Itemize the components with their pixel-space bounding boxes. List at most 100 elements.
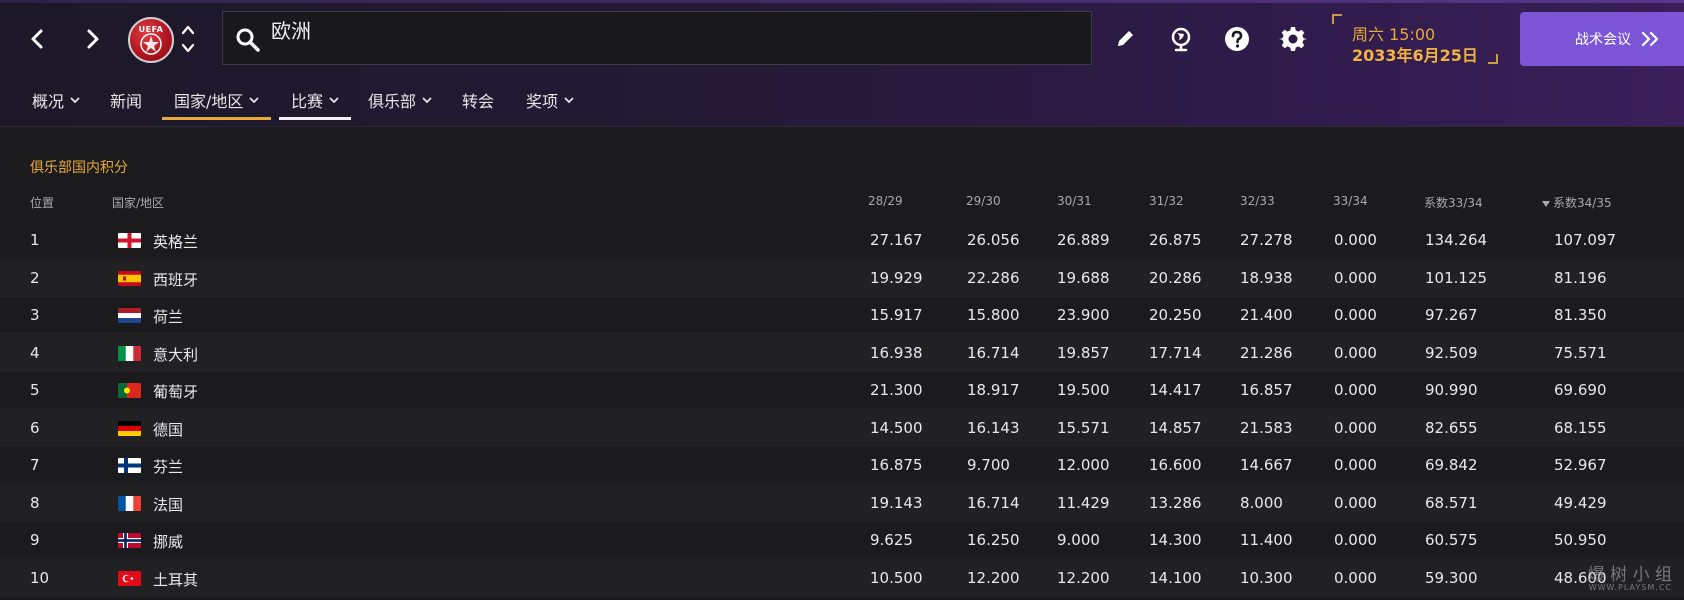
row-position: 6: [30, 418, 40, 437]
row-value: 82.655: [1425, 418, 1478, 437]
search-input[interactable]: [271, 12, 1071, 64]
row-value: 16.143: [967, 418, 1020, 437]
row-country[interactable]: 荷兰: [153, 306, 183, 327]
chevron-right-icon: [87, 29, 99, 49]
row-value: 20.286: [1149, 268, 1202, 287]
header-3334[interactable]: 33/34: [1333, 194, 1368, 208]
nav-tabs: 概况 新闻 国家/地区 比赛 俱乐部 转会 奖项: [0, 84, 1200, 120]
section-title: 俱乐部国内积分: [30, 160, 128, 176]
row-country[interactable]: 意大利: [153, 344, 198, 365]
search-icon: [236, 28, 260, 52]
table-header: 位置 国家/地区 28/29 29/30 30/31 31/32 32/33 3…: [0, 190, 1684, 214]
star-ball-icon: [140, 33, 162, 55]
row-position: 1: [30, 231, 40, 249]
row-value: 19.143: [870, 493, 923, 512]
game-date-display[interactable]: 周六 15:00 2033年6月25日: [1330, 12, 1500, 66]
row-value: 16.714: [967, 343, 1020, 362]
tab-nations[interactable]: 国家/地区: [161, 84, 272, 120]
tab-competitions[interactable]: 比赛: [278, 84, 352, 120]
tactics-meeting-label: 战术会议: [1575, 32, 1631, 48]
row-value: 9.700: [967, 456, 1010, 474]
help-button[interactable]: [1220, 22, 1254, 56]
help-icon: [1225, 27, 1249, 51]
row-value: 0.000: [1334, 231, 1377, 249]
row-value: 21.583: [1240, 418, 1293, 437]
row-value: 18.917: [967, 381, 1020, 399]
tab-overview[interactable]: 概况: [32, 84, 80, 116]
row-country[interactable]: 法国: [153, 494, 183, 515]
table-row[interactable]: 4 意大利 16.938 16.714 19.857 17.714 21.286 0.000 9…: [0, 334, 1684, 372]
tab-news[interactable]: 新闻: [110, 84, 142, 116]
row-position: 10: [30, 568, 50, 587]
date-corner-top-left: [1332, 14, 1342, 24]
row-country[interactable]: 葡萄牙: [153, 381, 198, 402]
row-value: 8.000: [1240, 493, 1283, 512]
chevron-down-icon: [249, 97, 260, 104]
chevron-left-icon: [31, 29, 43, 49]
header-2829[interactable]: 28/29: [868, 194, 903, 208]
row-value: 19.500: [1057, 381, 1110, 399]
edit-button[interactable]: [1108, 22, 1142, 56]
row-country[interactable]: 土耳其: [153, 569, 198, 590]
tactics-meeting-button[interactable]: 战术会议: [1520, 12, 1684, 66]
row-value: 19.688: [1057, 268, 1110, 287]
header-3031[interactable]: 30/31: [1057, 194, 1092, 208]
header-3132[interactable]: 31/32: [1149, 194, 1184, 208]
row-country[interactable]: 英格兰: [153, 231, 198, 252]
row-value: 21.400: [1240, 306, 1293, 324]
table-row[interactable]: 7 芬兰 16.875 9.700 12.000 16.600 14.667 0.000 69.…: [0, 447, 1684, 484]
row-value: 0.000: [1334, 343, 1377, 362]
tab-awards[interactable]: 奖项: [526, 84, 574, 116]
table-row[interactable]: 2 西班牙 19.929 22.286 19.688 20.286 18.938 0.000 1…: [0, 259, 1684, 297]
row-value: 60.575: [1425, 531, 1478, 549]
table-row[interactable]: 5 葡萄牙 21.300 18.917 19.500 14.417 16.857 0.000 9…: [0, 372, 1684, 409]
row-value: 16.857: [1240, 381, 1293, 399]
finland-flag-icon: [118, 458, 141, 473]
tab-transfers[interactable]: 转会: [462, 84, 494, 116]
row-value: 23.900: [1057, 306, 1110, 324]
header-2930[interactable]: 29/30: [966, 194, 1001, 208]
switch-updown-button[interactable]: [180, 22, 196, 56]
row-value: 81.196: [1554, 268, 1607, 287]
watermark-sub: WWW.PLAYSM.CC: [1588, 583, 1672, 592]
search-box[interactable]: [222, 11, 1092, 65]
tab-clubs[interactable]: 俱乐部: [368, 84, 432, 116]
header-coef3334[interactable]: 系数33/34: [1424, 194, 1483, 211]
row-value: 69.842: [1425, 456, 1478, 474]
globe-button[interactable]: [1164, 22, 1198, 56]
row-value: 14.417: [1149, 381, 1202, 399]
row-value: 13.286: [1149, 493, 1202, 512]
row-value: 0.000: [1334, 381, 1377, 399]
row-value: 11.400: [1240, 531, 1293, 549]
table-row[interactable]: 6 德国 14.500 16.143 15.571 14.857 21.583 0.000 82…: [0, 409, 1684, 447]
header-3233[interactable]: 32/33: [1240, 194, 1275, 208]
table-row[interactable]: 3 荷兰 15.917 15.800 23.900 20.250 21.400 0.000 97…: [0, 297, 1684, 334]
germany-flag-icon: [118, 420, 141, 436]
settings-button[interactable]: [1276, 22, 1310, 56]
tab-competitions-label: 比赛: [291, 92, 324, 111]
row-country[interactable]: 西班牙: [153, 269, 198, 290]
row-position: 4: [30, 343, 40, 362]
watermark: 爆 树 小 组 WWW.PLAYSM.CC: [1522, 560, 1672, 592]
header-coef3435[interactable]: 系数34/35: [1542, 194, 1612, 211]
row-value: 0.000: [1334, 568, 1377, 587]
header-position[interactable]: 位置: [30, 194, 54, 211]
header-country[interactable]: 国家/地区: [112, 194, 164, 211]
double-chevron-right-icon: [1641, 31, 1659, 47]
row-country[interactable]: 芬兰: [153, 456, 183, 477]
forward-button[interactable]: [76, 22, 110, 56]
row-country[interactable]: 挪威: [153, 531, 183, 552]
row-value: 10.300: [1240, 568, 1293, 587]
table-row[interactable]: 1 英格兰 27.167 26.056 26.889 26.875 27.278 0.000 1…: [0, 222, 1684, 259]
uefa-logo[interactable]: UEFA: [128, 17, 174, 63]
france-flag-icon: [118, 495, 141, 511]
table-row[interactable]: 8 法国 19.143 16.714 11.429 13.286 8.000 0.000 68.…: [0, 484, 1684, 522]
row-value: 52.967: [1554, 456, 1607, 474]
table-row[interactable]: 10 土耳其 10.500 12.200 12.200 14.100 10.300 0.000…: [0, 559, 1684, 597]
back-button[interactable]: [20, 22, 54, 56]
table-row[interactable]: 9 挪威 9.625 16.250 9.000 14.300 11.400 0.000 60.5…: [0, 522, 1684, 559]
row-country[interactable]: 德国: [153, 419, 183, 440]
sort-descending-icon: [1542, 200, 1550, 207]
row-value: 15.800: [967, 306, 1020, 324]
row-value: 26.056: [967, 231, 1020, 249]
